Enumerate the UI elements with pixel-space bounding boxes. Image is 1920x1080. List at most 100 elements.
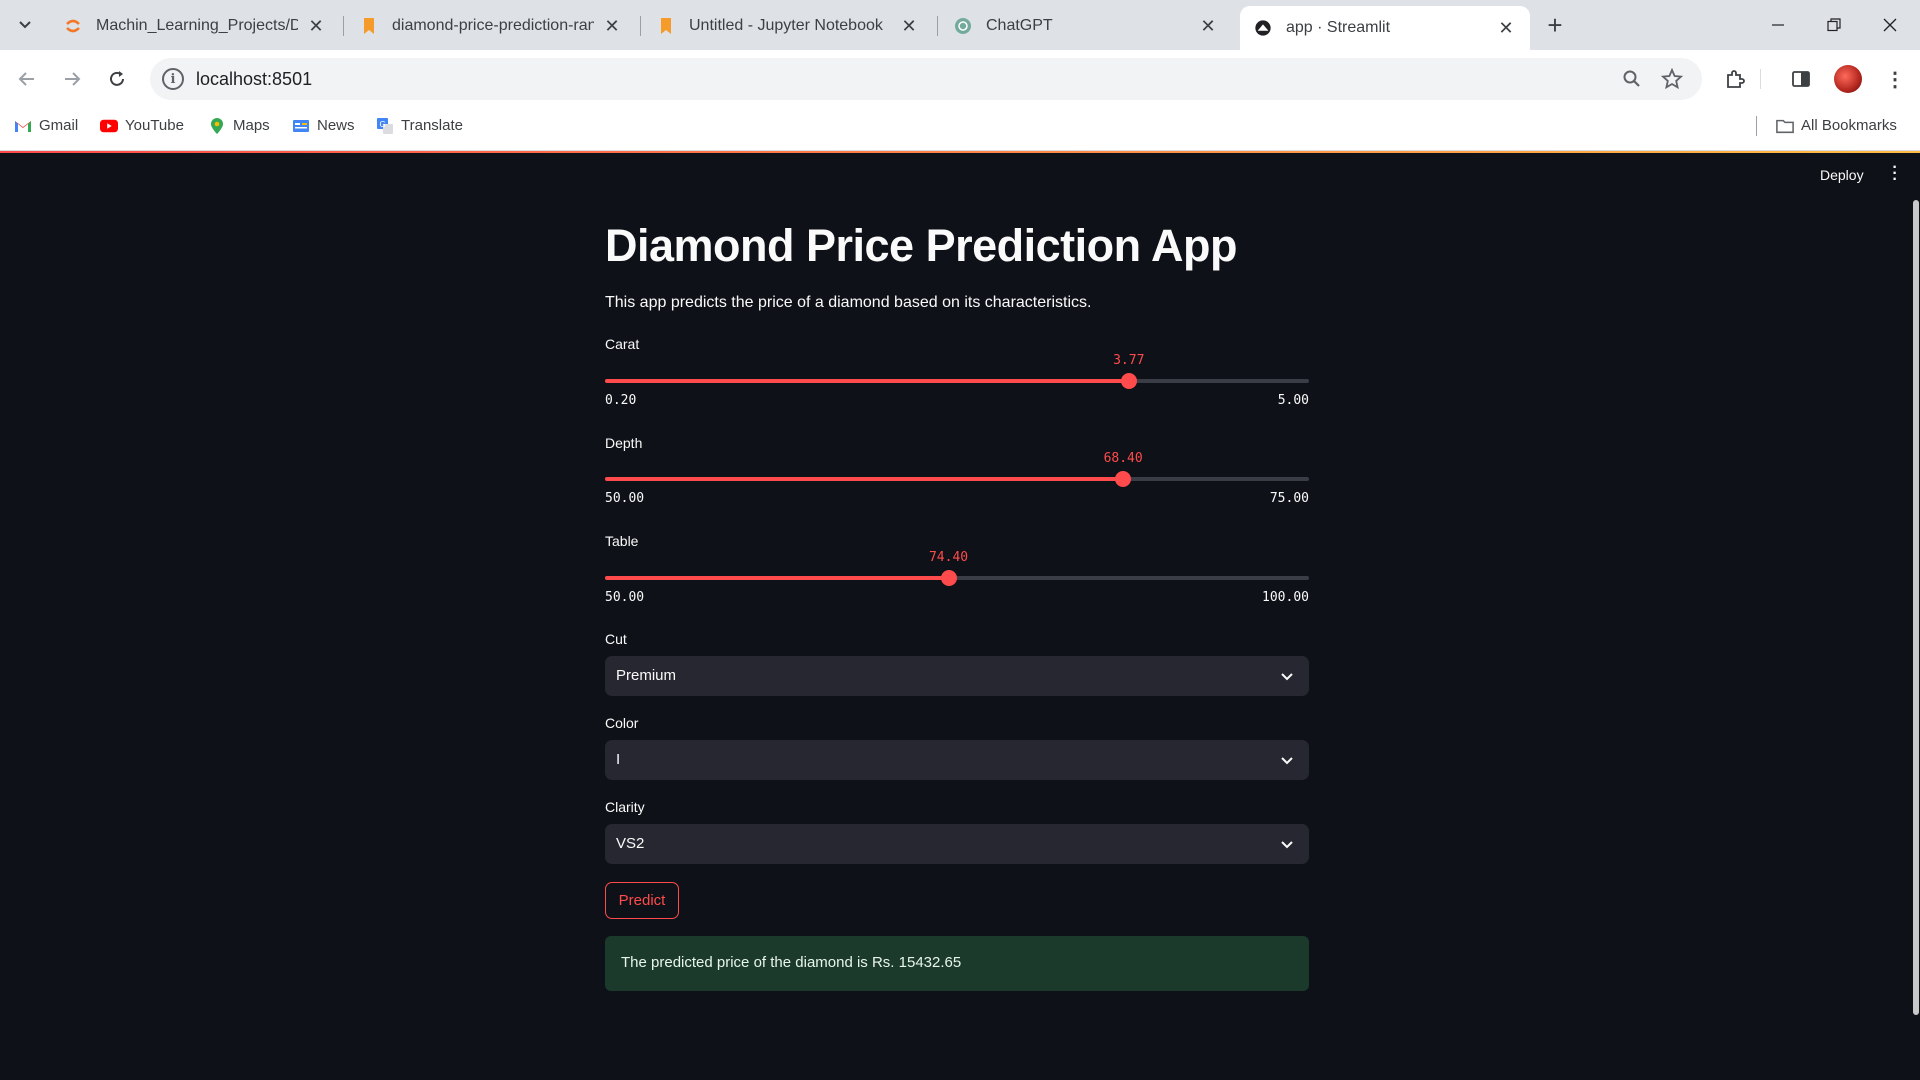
maps-icon <box>208 117 226 134</box>
bookmark-label: News <box>317 117 355 134</box>
slider-min: 50.00 <box>605 590 645 605</box>
forward-button[interactable] <box>55 62 89 96</box>
reload-button[interactable] <box>100 62 134 96</box>
arrow-right-icon <box>65 72 81 86</box>
page-title: Diamond Price Prediction App <box>605 220 1237 271</box>
bookmark-label: Maps <box>233 117 270 134</box>
tab-title: diamond-price-prediction-rand <box>392 17 594 34</box>
profile-avatar[interactable] <box>1834 65 1862 93</box>
tab-separator <box>343 16 344 36</box>
slider-thumb[interactable] <box>1115 471 1132 487</box>
close-icon[interactable]: ✕ <box>306 16 326 36</box>
side-panel-icon[interactable] <box>1786 64 1816 94</box>
slider-fill <box>605 477 1124 481</box>
svg-text:G: G <box>380 120 386 129</box>
table-label: Table <box>605 533 639 549</box>
chevron-down-icon <box>1281 841 1293 849</box>
close-window-button[interactable] <box>1862 0 1918 50</box>
youtube-icon <box>100 118 118 134</box>
deploy-button[interactable]: Deploy <box>1820 167 1864 183</box>
bookmark-label: YouTube <box>125 117 184 134</box>
tab-separator <box>937 16 938 36</box>
depth-label: Depth <box>605 435 643 451</box>
jupyter-icon <box>64 17 82 35</box>
minimize-icon <box>1772 24 1784 26</box>
arrow-left-icon <box>18 72 34 86</box>
tab-title: Untitled - Jupyter Notebook <box>689 17 883 34</box>
scrollbar[interactable] <box>1913 200 1919 1015</box>
news-icon <box>292 118 310 134</box>
slider-thumb[interactable] <box>1120 373 1137 389</box>
chevron-down-icon <box>1281 757 1293 765</box>
tab-search-button[interactable] <box>10 9 40 39</box>
color-label: Color <box>605 715 639 731</box>
tab-diamond-price-prediction[interactable]: diamond-price-prediction-rand ✕ <box>346 6 636 46</box>
bookmarks-separator <box>1756 116 1757 136</box>
cut-label: Cut <box>605 631 627 647</box>
slider-max: 75.00 <box>1269 491 1309 506</box>
slider-min: 50.00 <box>605 491 645 506</box>
new-tab-button[interactable]: + <box>1540 10 1570 40</box>
predict-button[interactable]: Predict <box>605 882 679 919</box>
chatgpt-icon <box>954 17 972 35</box>
close-icon[interactable]: ✕ <box>1496 18 1516 38</box>
slider-value: 3.77 <box>1113 353 1145 368</box>
tab-chatgpt[interactable]: ChatGPT ✕ <box>940 6 1232 46</box>
close-icon <box>1883 18 1897 32</box>
tab-title: ChatGPT <box>986 17 1053 34</box>
browser-menu-icon[interactable]: ⋮ <box>1880 64 1910 94</box>
clarity-select[interactable]: VS2 <box>605 824 1309 864</box>
bookmark-star-icon[interactable] <box>1660 67 1684 91</box>
select-value: VS2 <box>616 835 645 852</box>
chevron-down-icon <box>19 21 31 29</box>
tab-machin-learning-projects[interactable]: Machin_Learning_Projects/Diam ✕ <box>50 6 340 46</box>
color-select[interactable]: I <box>605 740 1309 780</box>
slider-min: 0.20 <box>605 393 637 408</box>
url-text: localhost:8501 <box>196 69 313 89</box>
tab-separator <box>640 16 641 36</box>
slider-fill <box>605 576 949 580</box>
table-slider[interactable]: 74.40 50.00 100.00 <box>605 550 1309 626</box>
select-value: Premium <box>616 667 677 684</box>
all-bookmarks-label: All Bookmarks <box>1801 117 1897 134</box>
cut-select[interactable]: Premium <box>605 656 1309 696</box>
minimize-button[interactable] <box>1750 0 1806 50</box>
close-icon[interactable]: ✕ <box>899 16 919 36</box>
slider-max: 100.00 <box>1262 590 1309 605</box>
slider-value: 68.40 <box>1103 451 1143 466</box>
page-description: This app predicts the price of a diamond… <box>605 294 1092 311</box>
slider-thumb[interactable] <box>940 570 957 586</box>
clarity-label: Clarity <box>605 799 645 815</box>
extensions-icon[interactable] <box>1720 64 1750 94</box>
address-bar[interactable]: i localhost:8501 <box>150 58 1702 100</box>
bookmark-maps[interactable]: Maps <box>208 117 270 134</box>
reload-icon <box>110 71 124 86</box>
all-bookmarks-button[interactable]: All Bookmarks <box>1776 117 1897 134</box>
back-button[interactable] <box>10 62 44 96</box>
bookmark-news[interactable]: News <box>292 117 355 134</box>
carat-slider[interactable]: 3.77 0.20 5.00 <box>605 353 1309 429</box>
depth-slider[interactable]: 68.40 50.00 75.00 <box>605 451 1309 527</box>
close-icon[interactable]: ✕ <box>602 16 622 36</box>
restore-icon <box>1827 18 1841 32</box>
bookmark-youtube[interactable]: YouTube <box>100 117 184 134</box>
bookmark-label: Translate <box>401 117 463 134</box>
close-icon[interactable]: ✕ <box>1198 16 1218 36</box>
select-value: I <box>616 751 621 768</box>
app-menu-icon[interactable]: · · · <box>1890 160 1900 188</box>
prediction-result-text: The predicted price of the diamond is Rs… <box>621 954 962 971</box>
bookmark-gmail[interactable]: Gmail <box>14 117 78 134</box>
tab-title: app · Streamlit <box>1286 19 1391 36</box>
bookmark-translate[interactable]: G Translate <box>376 117 463 134</box>
site-info-icon[interactable]: i <box>162 68 184 90</box>
notebook-icon <box>657 17 675 35</box>
notebook-icon <box>360 17 378 35</box>
carat-label: Carat <box>605 336 640 352</box>
slider-value: 74.40 <box>928 550 969 565</box>
folder-icon <box>1776 118 1794 134</box>
restore-button[interactable] <box>1806 0 1862 50</box>
tab-untitled-jupyter[interactable]: Untitled - Jupyter Notebook ✕ <box>643 6 933 46</box>
tab-streamlit-app[interactable]: app · Streamlit ✕ <box>1240 6 1530 50</box>
zoom-icon[interactable] <box>1620 67 1644 91</box>
gmail-icon <box>14 118 32 134</box>
